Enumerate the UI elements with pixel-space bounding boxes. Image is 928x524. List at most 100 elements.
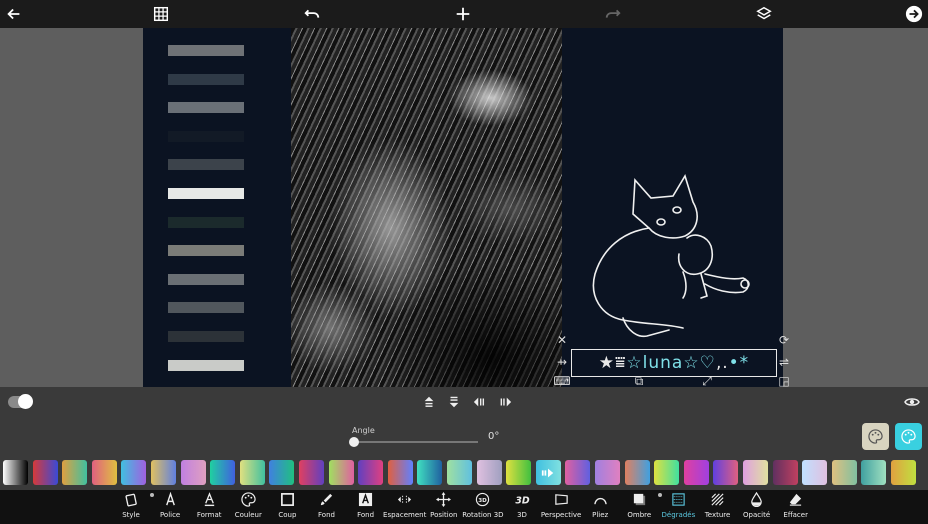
move-down-icon[interactable] <box>446 394 462 410</box>
gradient-swatch[interactable] <box>358 460 384 485</box>
add-icon[interactable] <box>449 0 477 28</box>
grid-icon[interactable] <box>147 0 175 28</box>
gradient-swatch[interactable] <box>180 460 206 485</box>
visibility-toggle[interactable] <box>8 394 33 409</box>
layers-icon[interactable] <box>750 0 778 28</box>
gradient-swatch[interactable] <box>683 460 709 485</box>
delete-handle-icon[interactable]: ✕ <box>555 333 569 347</box>
color-stripe <box>168 330 244 342</box>
color-stripe <box>168 187 244 199</box>
tool-shadow[interactable]: Ombre <box>617 492 661 524</box>
tool-label: Opacité <box>743 511 771 519</box>
next-icon[interactable] <box>900 0 928 28</box>
gradient-swatch[interactable] <box>151 460 176 485</box>
back-arrow-icon[interactable] <box>0 0 28 28</box>
stripe-panel <box>168 45 244 387</box>
gradient-swatch[interactable] <box>447 460 472 485</box>
text-layer[interactable]: ★ ⩸ ☆ luna ☆ ♡ ‚. •* <box>571 349 777 377</box>
gradient-swatch[interactable] <box>32 460 58 485</box>
rotation-3d-icon: 3D <box>476 492 490 507</box>
tool-opacity[interactable]: Opacité <box>735 492 779 524</box>
gradient-swatch[interactable] <box>861 460 887 485</box>
gradient-swatch[interactable] <box>595 460 620 485</box>
editor-app: ✕ ⟳ ⇸ ⇌ ⌨ ⧉ ⤢ ◲ ★ ⩸ ☆ luna ☆ ♡ ‚. •* Angle <box>0 0 928 524</box>
gradient-swatch[interactable] <box>476 460 502 485</box>
move-icon <box>436 492 452 507</box>
color-stripe <box>168 273 244 285</box>
tool-perspective[interactable]: Perspective <box>539 492 583 524</box>
tool-texture[interactable]: Texture <box>696 492 740 524</box>
keyboard-handle-icon[interactable]: ⌨ <box>553 374 570 388</box>
color-stripe <box>168 302 244 314</box>
cat-drawing[interactable] <box>583 168 763 348</box>
gradient-swatch[interactable] <box>743 460 768 485</box>
angle-label: Angle <box>352 426 375 435</box>
move-left-icon[interactable] <box>472 394 488 410</box>
design-canvas[interactable] <box>143 28 783 387</box>
wrap-handle-icon[interactable]: ⇌ <box>777 355 791 369</box>
stretch-left-handle-icon[interactable]: ⇸ <box>555 355 569 369</box>
angle-slider[interactable] <box>354 441 478 443</box>
tool-3d[interactable]: 3D 3D <box>500 492 544 524</box>
tool-label: Style <box>122 511 140 519</box>
toggle-knob <box>18 394 33 409</box>
perspective-icon <box>554 494 568 505</box>
selected-arrow-icon <box>542 468 554 477</box>
tool-spacing[interactable]: Espacement <box>383 492 427 524</box>
redo-icon[interactable] <box>599 0 627 28</box>
resize-handle-icon[interactable]: ◲ <box>777 374 791 388</box>
gradient-swatch[interactable] <box>269 460 295 485</box>
tool-label: Ombre <box>627 511 652 519</box>
tool-curve[interactable]: Pliez <box>578 492 622 524</box>
photo-shadow <box>291 28 562 387</box>
gradient-swatch[interactable] <box>654 460 680 485</box>
background-icon <box>359 492 373 507</box>
tool-stroke[interactable]: Coup <box>265 492 309 524</box>
gradient-swatch[interactable] <box>62 460 88 485</box>
gradient-swatch[interactable] <box>535 460 561 485</box>
shadow-icon <box>633 493 645 506</box>
gradient-swatch[interactable] <box>387 460 413 485</box>
gradient-swatch[interactable] <box>121 460 147 485</box>
tool-label: Rotation 3D <box>462 511 504 519</box>
tool-format[interactable]: Format <box>187 492 231 524</box>
text-layer-part: ⩸ <box>615 353 627 373</box>
gradient-swatch[interactable] <box>3 460 28 485</box>
tool-eraser[interactable]: Effacer <box>774 492 818 524</box>
palette-button-custom[interactable] <box>862 423 889 450</box>
gradient-swatch[interactable] <box>417 460 443 485</box>
move-right-icon[interactable] <box>497 394 513 410</box>
tool-style[interactable]: Style <box>109 492 153 524</box>
gradient-swatch[interactable] <box>506 460 532 485</box>
tool-brush[interactable]: Fond <box>305 492 349 524</box>
palette-button-active[interactable] <box>895 423 922 450</box>
gradient-swatch[interactable] <box>239 460 265 485</box>
gradient-swatch[interactable] <box>299 460 324 485</box>
gradient-swatch[interactable] <box>565 460 591 485</box>
cat-photo[interactable] <box>291 28 562 387</box>
tool-gradient[interactable]: Dégradés <box>656 492 700 524</box>
rotate-handle-icon[interactable]: ⟳ <box>777 333 791 347</box>
tool-label: Format <box>196 511 222 519</box>
gradient-swatch[interactable] <box>328 460 354 485</box>
gradient-swatch[interactable] <box>891 460 916 485</box>
gradient-swatch[interactable] <box>91 460 117 485</box>
tool-background[interactable]: Fond <box>344 492 388 524</box>
move-up-icon[interactable] <box>421 394 437 410</box>
eye-icon[interactable] <box>904 394 920 410</box>
gradient-swatch[interactable] <box>772 460 798 485</box>
gradient-swatch[interactable] <box>210 460 236 485</box>
gradient-swatch[interactable] <box>831 460 857 485</box>
gradient-swatch[interactable] <box>624 460 650 485</box>
gradient-swatch[interactable] <box>802 460 828 485</box>
tool-label: Texture <box>704 511 731 519</box>
color-stripe <box>168 216 244 228</box>
tool-palette[interactable]: Couleur <box>226 492 270 524</box>
angle-slider-knob[interactable] <box>349 437 359 447</box>
tool-font[interactable]: Police <box>148 492 192 524</box>
tool-rotation-3d[interactable]: 3D Rotation 3D <box>461 492 505 524</box>
gradient-swatches <box>0 456 928 490</box>
tool-move[interactable]: Position <box>422 492 466 524</box>
gradient-swatch[interactable] <box>713 460 739 485</box>
undo-icon[interactable] <box>298 0 326 28</box>
